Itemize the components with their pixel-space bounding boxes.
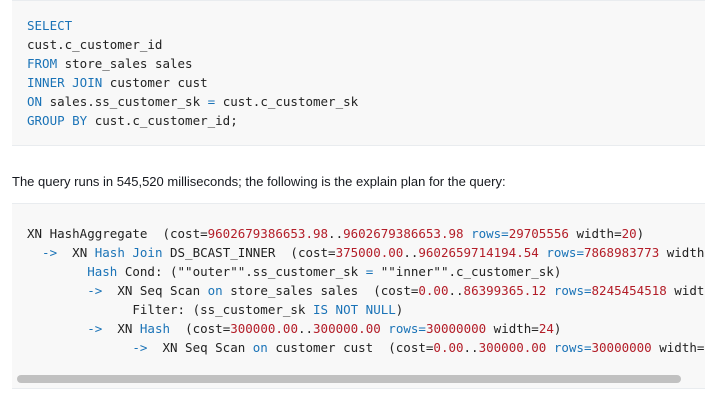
code-token: 375000.00	[335, 245, 404, 260]
code-token: sales.ss_customer_sk	[42, 94, 208, 109]
sql-line: cust.c_customer_id	[27, 37, 162, 53]
code-token: Hash Join	[94, 245, 163, 260]
sql-line: SELECT	[27, 18, 72, 34]
code-token: ->	[27, 340, 155, 355]
code-token: rows	[553, 340, 584, 355]
code-token: 20	[621, 226, 637, 241]
code-token: on	[207, 283, 223, 298]
code-token: XN HashAggregate (cost=	[27, 226, 208, 241]
code-token: 0.00	[418, 283, 449, 298]
code-token: =	[576, 245, 584, 260]
code-token: on	[252, 340, 268, 355]
sql-line: INNER JOIN customer cust	[27, 75, 208, 91]
code-token: INNER JOIN	[27, 75, 103, 90]
code-token: )	[636, 226, 645, 241]
code-token: width=	[651, 340, 705, 355]
code-token: SELECT	[27, 18, 73, 33]
code-token: =	[583, 340, 592, 355]
code-token: 300000.00	[313, 321, 381, 336]
code-token: 8245454518	[591, 283, 667, 298]
code-token: store_sales sales	[57, 56, 193, 71]
code-token: 9602679386653.98	[343, 226, 464, 241]
plan-line: Filter: (ss_customer_sk IS NOT NULL)	[27, 302, 403, 318]
plan-line: -> XN Seq Scan on store_sales sales (cos…	[27, 283, 704, 299]
sql-line: FROM store_sales sales	[27, 56, 193, 72]
code-token: 9602679386653.98	[207, 226, 329, 241]
sql-code-block: SELECT cust.c_customer_id FROM store_sal…	[12, 0, 705, 146]
code-token: ON	[27, 94, 43, 109]
code-token: Hash	[87, 264, 118, 279]
code-token: )	[553, 321, 562, 336]
code-token: customer cust	[102, 75, 208, 90]
code-token: ..	[448, 283, 464, 298]
code-token: 7868983773	[583, 245, 660, 260]
code-token: 300000.00	[230, 321, 298, 336]
code-token: 300000.00	[478, 340, 547, 355]
code-token: )	[395, 302, 404, 317]
code-token: =	[501, 226, 509, 241]
code-token: =	[418, 321, 426, 336]
code-token: ->	[27, 245, 65, 260]
code-token: ..	[463, 340, 479, 355]
code-token: GROUP BY	[27, 113, 88, 128]
code-token: FROM	[27, 56, 58, 71]
code-token: 30000000	[425, 321, 487, 336]
code-token: rows	[546, 245, 577, 260]
code-token: 24	[538, 321, 554, 336]
plan-line: -> XN Seq Scan on customer cust (cost=0.…	[27, 340, 704, 356]
code-token: 9602659714194.54	[418, 245, 539, 260]
code-token: 86399365.12	[463, 283, 547, 298]
code-token: store_sales sales (cost=	[222, 283, 419, 298]
sql-line: GROUP BY cust.c_customer_id;	[27, 113, 238, 129]
horizontal-scrollbar[interactable]	[12, 372, 705, 386]
code-token: width=	[568, 226, 622, 241]
code-token: customer cust (cost=	[267, 340, 434, 355]
code-token: XN	[64, 245, 95, 260]
plan-line: Hash Cond: (""outer"".ss_customer_sk = "…	[27, 264, 561, 280]
code-token: ..	[328, 226, 344, 241]
code-token: XN	[109, 321, 140, 336]
code-token: Hash	[139, 321, 171, 336]
code-token: =	[583, 283, 592, 298]
code-token: cust.c_customer_id	[27, 37, 163, 52]
code-token: widt	[666, 283, 705, 298]
code-token: cust.c_customer_id;	[87, 113, 238, 128]
code-token: rows	[471, 226, 502, 241]
code-token: DS_BCAST_INNER (cost=	[162, 245, 336, 260]
code-token: ..	[403, 245, 419, 260]
code-token: ->	[27, 283, 110, 298]
code-token: rows	[553, 283, 584, 298]
code-token: 29705556	[508, 226, 569, 241]
scrollbar-thumb[interactable]	[17, 375, 681, 383]
code-token: Filter: (ss_customer_sk	[27, 302, 313, 317]
code-token: ..	[297, 321, 314, 336]
sql-line: ON sales.ss_customer_sk = cust.c_custome…	[27, 94, 358, 110]
plan-line: -> XN Hash Join DS_BCAST_INNER (cost=375…	[27, 245, 704, 261]
explain-plan-code-block: XN HashAggregate (cost=9602679386653.98.…	[12, 203, 705, 389]
code-token: ""inner"".c_customer_sk)	[373, 264, 562, 279]
explain-plan-intro-text: The query runs in 545,520 milliseconds; …	[12, 174, 506, 189]
code-token: XN Seq Scan	[154, 340, 253, 355]
code-token: 0.00	[433, 340, 464, 355]
code-token: 30000000	[591, 340, 652, 355]
code-token: cust.c_customer_sk	[215, 94, 359, 109]
code-token: ->	[27, 321, 110, 336]
code-token: (cost=	[170, 321, 231, 336]
code-token: width=	[486, 321, 539, 336]
code-token: rows	[388, 321, 419, 336]
code-token: XN Seq Scan	[109, 283, 208, 298]
code-token: IS NOT NULL	[312, 302, 396, 317]
plan-line: XN HashAggregate (cost=9602679386653.98.…	[27, 226, 644, 242]
plan-line: -> XN Hash (cost=300000.00..300000.00 ro…	[27, 321, 561, 337]
code-token: Cond: (""outer"".ss_customer_sk	[117, 264, 366, 279]
code-token: width	[659, 245, 705, 260]
